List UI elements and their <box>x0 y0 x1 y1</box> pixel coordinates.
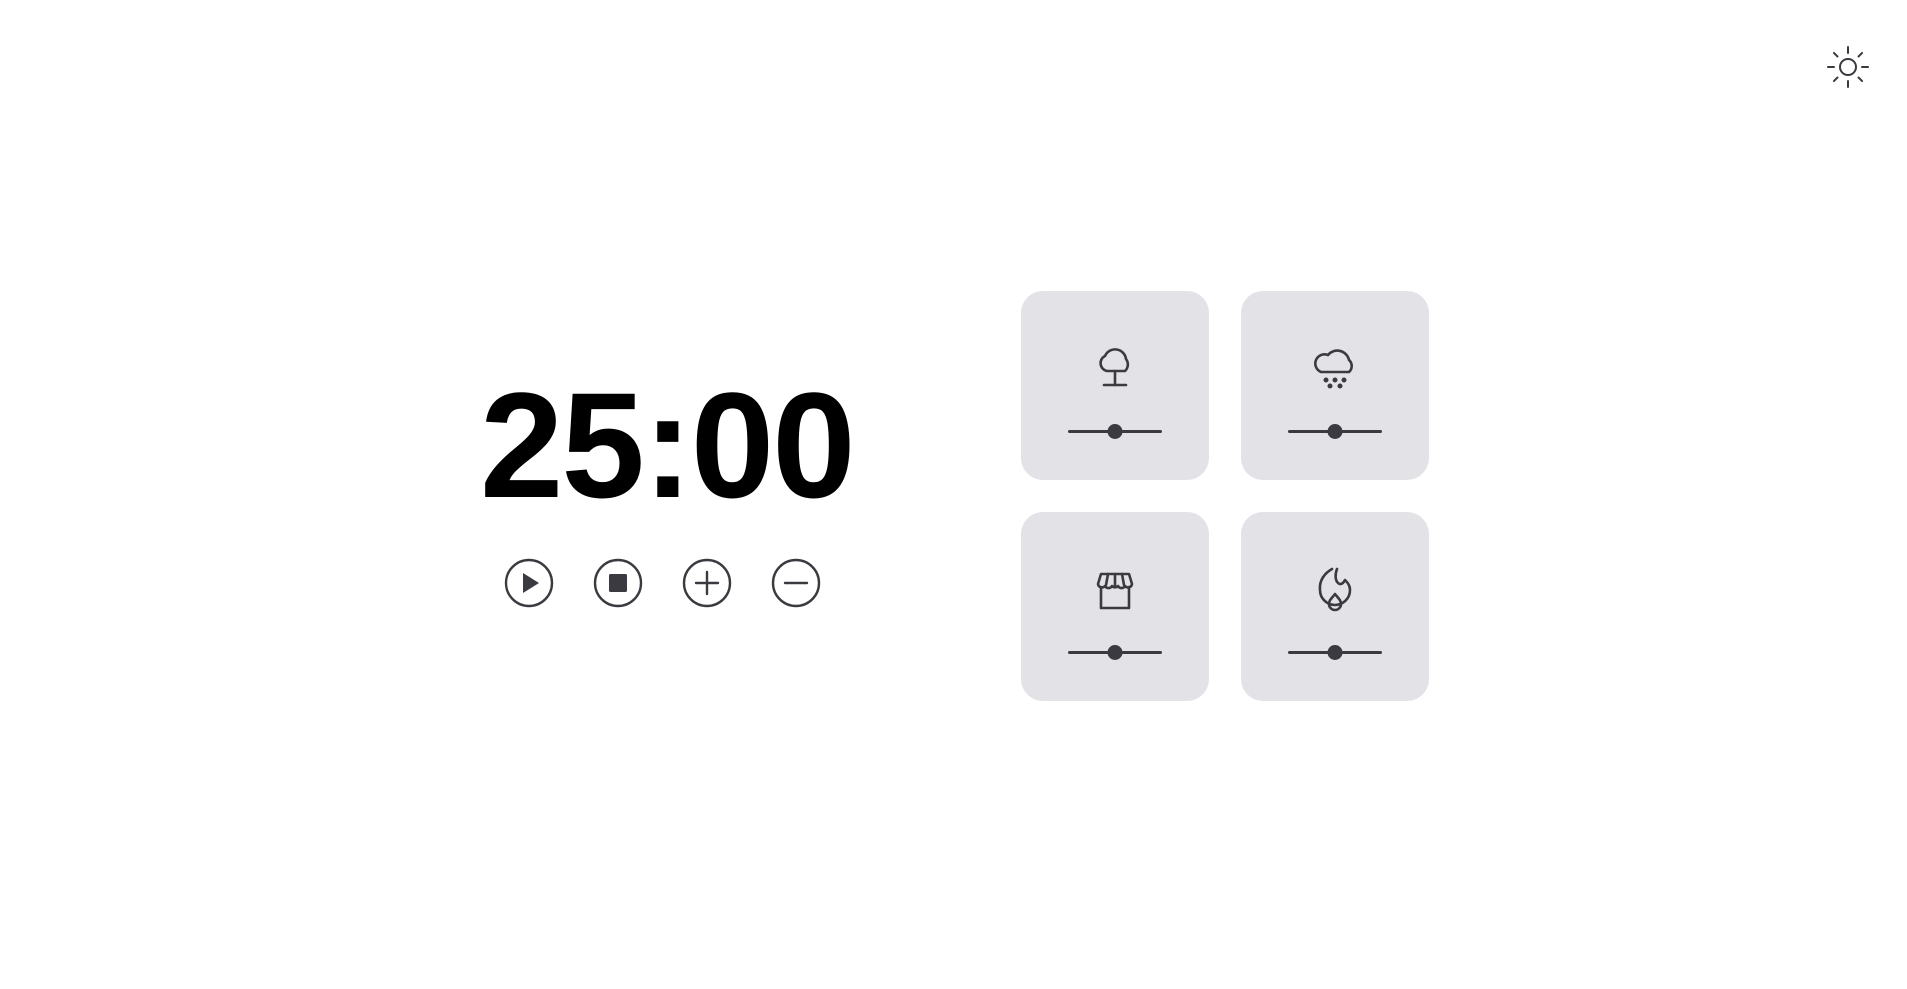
play-circle-icon <box>504 558 554 608</box>
flame-icon <box>1318 567 1352 612</box>
slider-thumb[interactable] <box>1107 645 1123 660</box>
slider-thumb[interactable] <box>1107 424 1123 439</box>
plus-circle-icon <box>682 558 732 608</box>
minus-circle-icon <box>771 558 821 608</box>
decrease-button[interactable] <box>771 558 821 608</box>
fireplace-volume-slider[interactable] <box>1288 645 1382 660</box>
sound-card-fireplace[interactable] <box>1241 512 1429 701</box>
sun-icon <box>1827 46 1869 88</box>
cloud-rain-icon <box>1314 349 1353 389</box>
forest-volume-slider[interactable] <box>1068 424 1162 439</box>
slider-thumb[interactable] <box>1327 645 1343 660</box>
stop-button[interactable] <box>593 558 643 608</box>
play-button[interactable] <box>504 558 554 608</box>
stop-circle-icon <box>593 558 643 608</box>
tree-icon <box>1099 348 1130 387</box>
timer-controls <box>480 558 845 608</box>
increase-button[interactable] <box>682 558 732 608</box>
app-root: 25:00 <box>0 0 1907 989</box>
sound-card-rain[interactable] <box>1241 291 1429 480</box>
coffee-shop-volume-slider[interactable] <box>1068 645 1162 660</box>
sound-card-forest[interactable] <box>1021 291 1209 480</box>
storefront-icon <box>1096 572 1134 610</box>
slider-thumb[interactable] <box>1327 424 1343 439</box>
theme-toggle-button[interactable] <box>1823 42 1873 92</box>
timer-display: 25:00 <box>480 361 856 529</box>
rain-volume-slider[interactable] <box>1288 424 1382 439</box>
timer-panel: 25:00 <box>480 361 856 608</box>
ambient-sounds-grid <box>1021 291 1429 701</box>
sound-card-coffee-shop[interactable] <box>1021 512 1209 701</box>
